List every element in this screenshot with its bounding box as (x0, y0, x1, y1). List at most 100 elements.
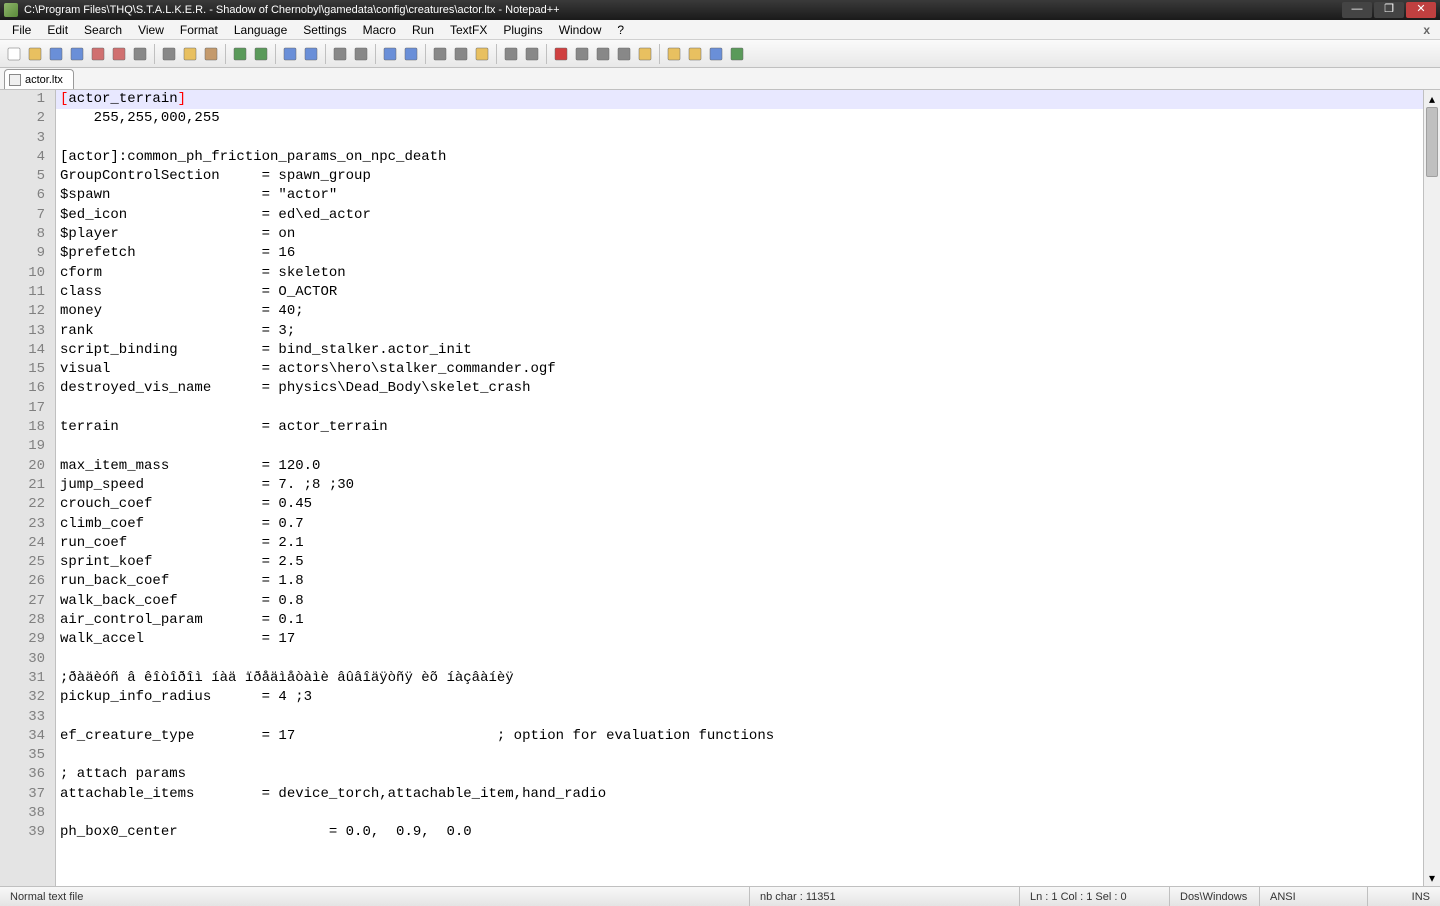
code-line[interactable]: ; attach params (56, 765, 1423, 784)
text-editor[interactable]: [actor_terrain] 255,255,000,255 [actor]:c… (56, 90, 1423, 886)
code-line[interactable]: ;ðàäèóñ â êîòîðîì íàä ïðåäìåòàìè âûâîäÿò… (56, 669, 1423, 688)
lang-icon[interactable] (501, 44, 521, 64)
sync-v-icon[interactable] (380, 44, 400, 64)
code-line[interactable]: climb_coef = 0.7 (56, 515, 1423, 534)
code-line[interactable]: ph_box0_center = 0.0, 0.9, 0.0 (56, 823, 1423, 842)
play-icon[interactable] (593, 44, 613, 64)
code-line[interactable] (56, 708, 1423, 727)
sync-h-icon[interactable] (401, 44, 421, 64)
menu-macro[interactable]: Macro (355, 21, 404, 39)
wrap-icon[interactable] (430, 44, 450, 64)
close-all-icon[interactable] (109, 44, 129, 64)
scroll-up-arrow-icon[interactable]: ▴ (1424, 90, 1440, 107)
code-line[interactable]: walk_accel = 17 (56, 630, 1423, 649)
line-number: 18 (0, 418, 45, 437)
code-line[interactable]: terrain = actor_terrain (56, 418, 1423, 437)
save-all-icon[interactable] (67, 44, 87, 64)
code-line[interactable]: [actor]:common_ph_friction_params_on_npc… (56, 148, 1423, 167)
maximize-button[interactable]: ❐ (1374, 2, 1404, 18)
code-line[interactable]: attachable_items = device_torch,attachab… (56, 785, 1423, 804)
menu-help[interactable]: ? (609, 21, 632, 39)
menu-language[interactable]: Language (226, 21, 295, 39)
open-icon[interactable] (25, 44, 45, 64)
find-icon[interactable] (280, 44, 300, 64)
zoom-in-icon[interactable] (330, 44, 350, 64)
menu-window[interactable]: Window (551, 21, 610, 39)
toggle1-icon[interactable] (664, 44, 684, 64)
code-line[interactable]: run_back_coef = 1.8 (56, 572, 1423, 591)
menu-settings[interactable]: Settings (295, 21, 354, 39)
code-line[interactable]: cform = skeleton (56, 264, 1423, 283)
menu-run[interactable]: Run (404, 21, 442, 39)
code-line[interactable]: sprint_koef = 2.5 (56, 553, 1423, 572)
all-chars-icon[interactable] (451, 44, 471, 64)
code-line[interactable]: $spawn = "actor" (56, 186, 1423, 205)
code-line[interactable] (56, 399, 1423, 418)
code-line[interactable]: destroyed_vis_name = physics\Dead_Body\s… (56, 379, 1423, 398)
close-button[interactable]: ✕ (1406, 2, 1436, 18)
stop-icon[interactable] (572, 44, 592, 64)
menu-edit[interactable]: Edit (39, 21, 76, 39)
menu-search[interactable]: Search (76, 21, 130, 39)
code-line[interactable]: rank = 3; (56, 322, 1423, 341)
code-line[interactable]: $ed_icon = ed\ed_actor (56, 206, 1423, 225)
code-line[interactable]: crouch_coef = 0.45 (56, 495, 1423, 514)
code-line[interactable]: ef_creature_type = 17 ; option for evalu… (56, 727, 1423, 746)
code-line[interactable] (56, 650, 1423, 669)
code-line[interactable] (56, 129, 1423, 148)
menu-plugins[interactable]: Plugins (495, 21, 550, 39)
code-line[interactable]: visual = actors\hero\stalker_commander.o… (56, 360, 1423, 379)
new-file-icon[interactable] (4, 44, 24, 64)
line-number: 28 (0, 611, 45, 630)
code-line[interactable]: $player = on (56, 225, 1423, 244)
code-line[interactable]: max_item_mass = 120.0 (56, 457, 1423, 476)
status-insert-mode: INS (1368, 887, 1440, 906)
play-multi-icon[interactable] (614, 44, 634, 64)
code-line[interactable] (56, 746, 1423, 765)
vertical-scrollbar[interactable]: ▴ ▾ (1423, 90, 1440, 886)
record-icon[interactable] (551, 44, 571, 64)
code-line[interactable]: pickup_info_radius = 4 ;3 (56, 688, 1423, 707)
scrollbar-thumb[interactable] (1426, 107, 1438, 177)
menu-file[interactable]: File (4, 21, 39, 39)
cut-icon[interactable] (159, 44, 179, 64)
save-macro-icon[interactable] (635, 44, 655, 64)
menu-view[interactable]: View (130, 21, 172, 39)
undo-icon[interactable] (230, 44, 250, 64)
save-icon[interactable] (46, 44, 66, 64)
scrollbar-track[interactable] (1424, 107, 1440, 869)
print-icon[interactable] (130, 44, 150, 64)
redo-icon[interactable] (251, 44, 271, 64)
copy-icon[interactable] (180, 44, 200, 64)
toggle2-icon[interactable] (685, 44, 705, 64)
menu-format[interactable]: Format (172, 21, 226, 39)
code-line[interactable]: [actor_terrain] (56, 90, 1423, 109)
toggle3-icon[interactable] (706, 44, 726, 64)
minimize-button[interactable]: — (1342, 2, 1372, 18)
indent-guide-icon[interactable] (472, 44, 492, 64)
code-line[interactable]: run_coef = 2.1 (56, 534, 1423, 553)
code-line[interactable]: GroupControlSection = spawn_group (56, 167, 1423, 186)
zoom-out-icon[interactable] (351, 44, 371, 64)
menu-textfx[interactable]: TextFX (442, 21, 495, 39)
code-line[interactable]: money = 40; (56, 302, 1423, 321)
replace-icon[interactable] (301, 44, 321, 64)
code-line[interactable]: class = O_ACTOR (56, 283, 1423, 302)
code-line[interactable]: 255,255,000,255 (56, 109, 1423, 128)
code-line[interactable] (56, 804, 1423, 823)
code-line[interactable]: walk_back_coef = 0.8 (56, 592, 1423, 611)
tab-active[interactable]: actor.ltx (4, 69, 74, 89)
code-line[interactable]: air_control_param = 0.1 (56, 611, 1423, 630)
doc-map-icon[interactable] (522, 44, 542, 64)
close-icon[interactable] (88, 44, 108, 64)
line-number: 23 (0, 515, 45, 534)
code-line[interactable]: jump_speed = 7. ;8 ;30 (56, 476, 1423, 495)
scroll-down-arrow-icon[interactable]: ▾ (1424, 869, 1440, 886)
toggle4-icon[interactable] (727, 44, 747, 64)
code-line[interactable] (56, 437, 1423, 456)
paste-icon[interactable] (201, 44, 221, 64)
code-line[interactable]: $prefetch = 16 (56, 244, 1423, 263)
menubar-close-icon[interactable]: x (1417, 23, 1436, 37)
line-number: 16 (0, 379, 45, 398)
code-line[interactable]: script_binding = bind_stalker.actor_init (56, 341, 1423, 360)
